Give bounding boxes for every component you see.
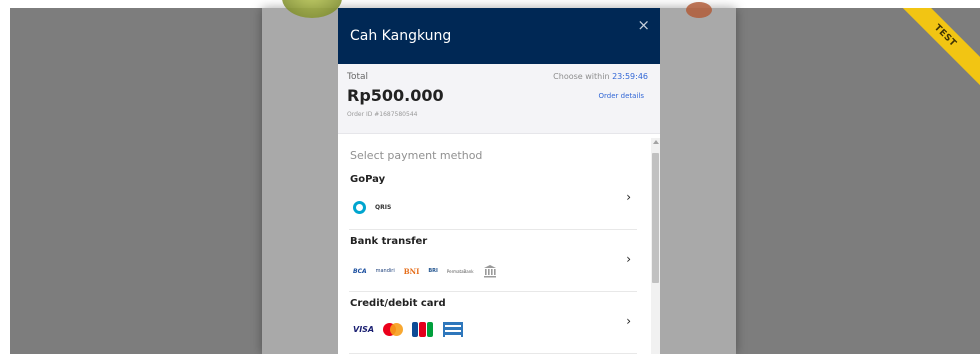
- payment-method-bank-transfer[interactable]: Bank transfer › BCA mandiri BNI BRI Perm…: [349, 232, 637, 292]
- method-name: Bank transfer: [350, 236, 428, 247]
- close-icon[interactable]: ×: [637, 16, 650, 34]
- other-bank-icon: [483, 265, 496, 278]
- merchant-name: Cah Kangkung: [350, 28, 452, 44]
- bri-logo: BRI: [428, 268, 438, 274]
- countdown-label: Choose within: [553, 72, 610, 81]
- qris-logo: QRIS: [375, 203, 392, 211]
- total-amount: Rp500.000: [347, 86, 444, 105]
- method-logos: BCA mandiri BNI BRI PermataBank: [353, 262, 497, 280]
- order-summary: Total Rp500.000 Order ID #1687580544 Cho…: [338, 64, 660, 134]
- payment-method-credit-card[interactable]: Credit/debit card › VISA: [349, 294, 637, 354]
- amex-icon: [443, 321, 464, 337]
- method-logos: VISA: [353, 320, 464, 338]
- mandiri-logo: mandiri: [375, 268, 395, 274]
- gopay-icon: [353, 200, 366, 214]
- countdown-timer: 23:59:46: [612, 72, 648, 81]
- permata-logo: PermataBank: [446, 268, 474, 274]
- chevron-right-icon: ›: [626, 190, 631, 204]
- total-label: Total: [347, 72, 369, 82]
- scrollbar-thumb[interactable]: [652, 153, 659, 283]
- visa-logo: VISA: [353, 324, 375, 334]
- jcb-logo: [412, 321, 434, 337]
- countdown: Choose within 23:59:46: [553, 72, 648, 81]
- method-name: Credit/debit card: [350, 298, 446, 309]
- food-image-decoration-2: [686, 2, 712, 18]
- payment-method-panel: Select payment method GoPay › QRIS Bank …: [338, 134, 660, 354]
- test-ribbon-container: TEST: [890, 8, 980, 98]
- bni-logo: BNI: [403, 266, 420, 276]
- bca-logo: BCA: [353, 267, 367, 275]
- chevron-right-icon: ›: [626, 252, 631, 266]
- method-name: GoPay: [350, 174, 386, 185]
- order-id: Order ID #1687580544: [347, 111, 418, 118]
- mastercard-icon: [383, 322, 404, 336]
- method-logos: QRIS: [353, 198, 391, 216]
- payment-method-gopay[interactable]: GoPay › QRIS: [349, 170, 637, 230]
- scrollbar[interactable]: [651, 138, 660, 354]
- payment-section-title: Select payment method: [350, 149, 483, 162]
- payment-modal: Cah Kangkung × Total Rp500.000 Order ID …: [338, 8, 660, 354]
- order-details-link[interactable]: Order details: [599, 92, 644, 100]
- test-mode-ribbon: TEST: [890, 8, 980, 97]
- modal-header: Cah Kangkung ×: [338, 8, 660, 64]
- chevron-right-icon: ›: [626, 314, 631, 328]
- scroll-arrow-up-icon[interactable]: [653, 140, 659, 144]
